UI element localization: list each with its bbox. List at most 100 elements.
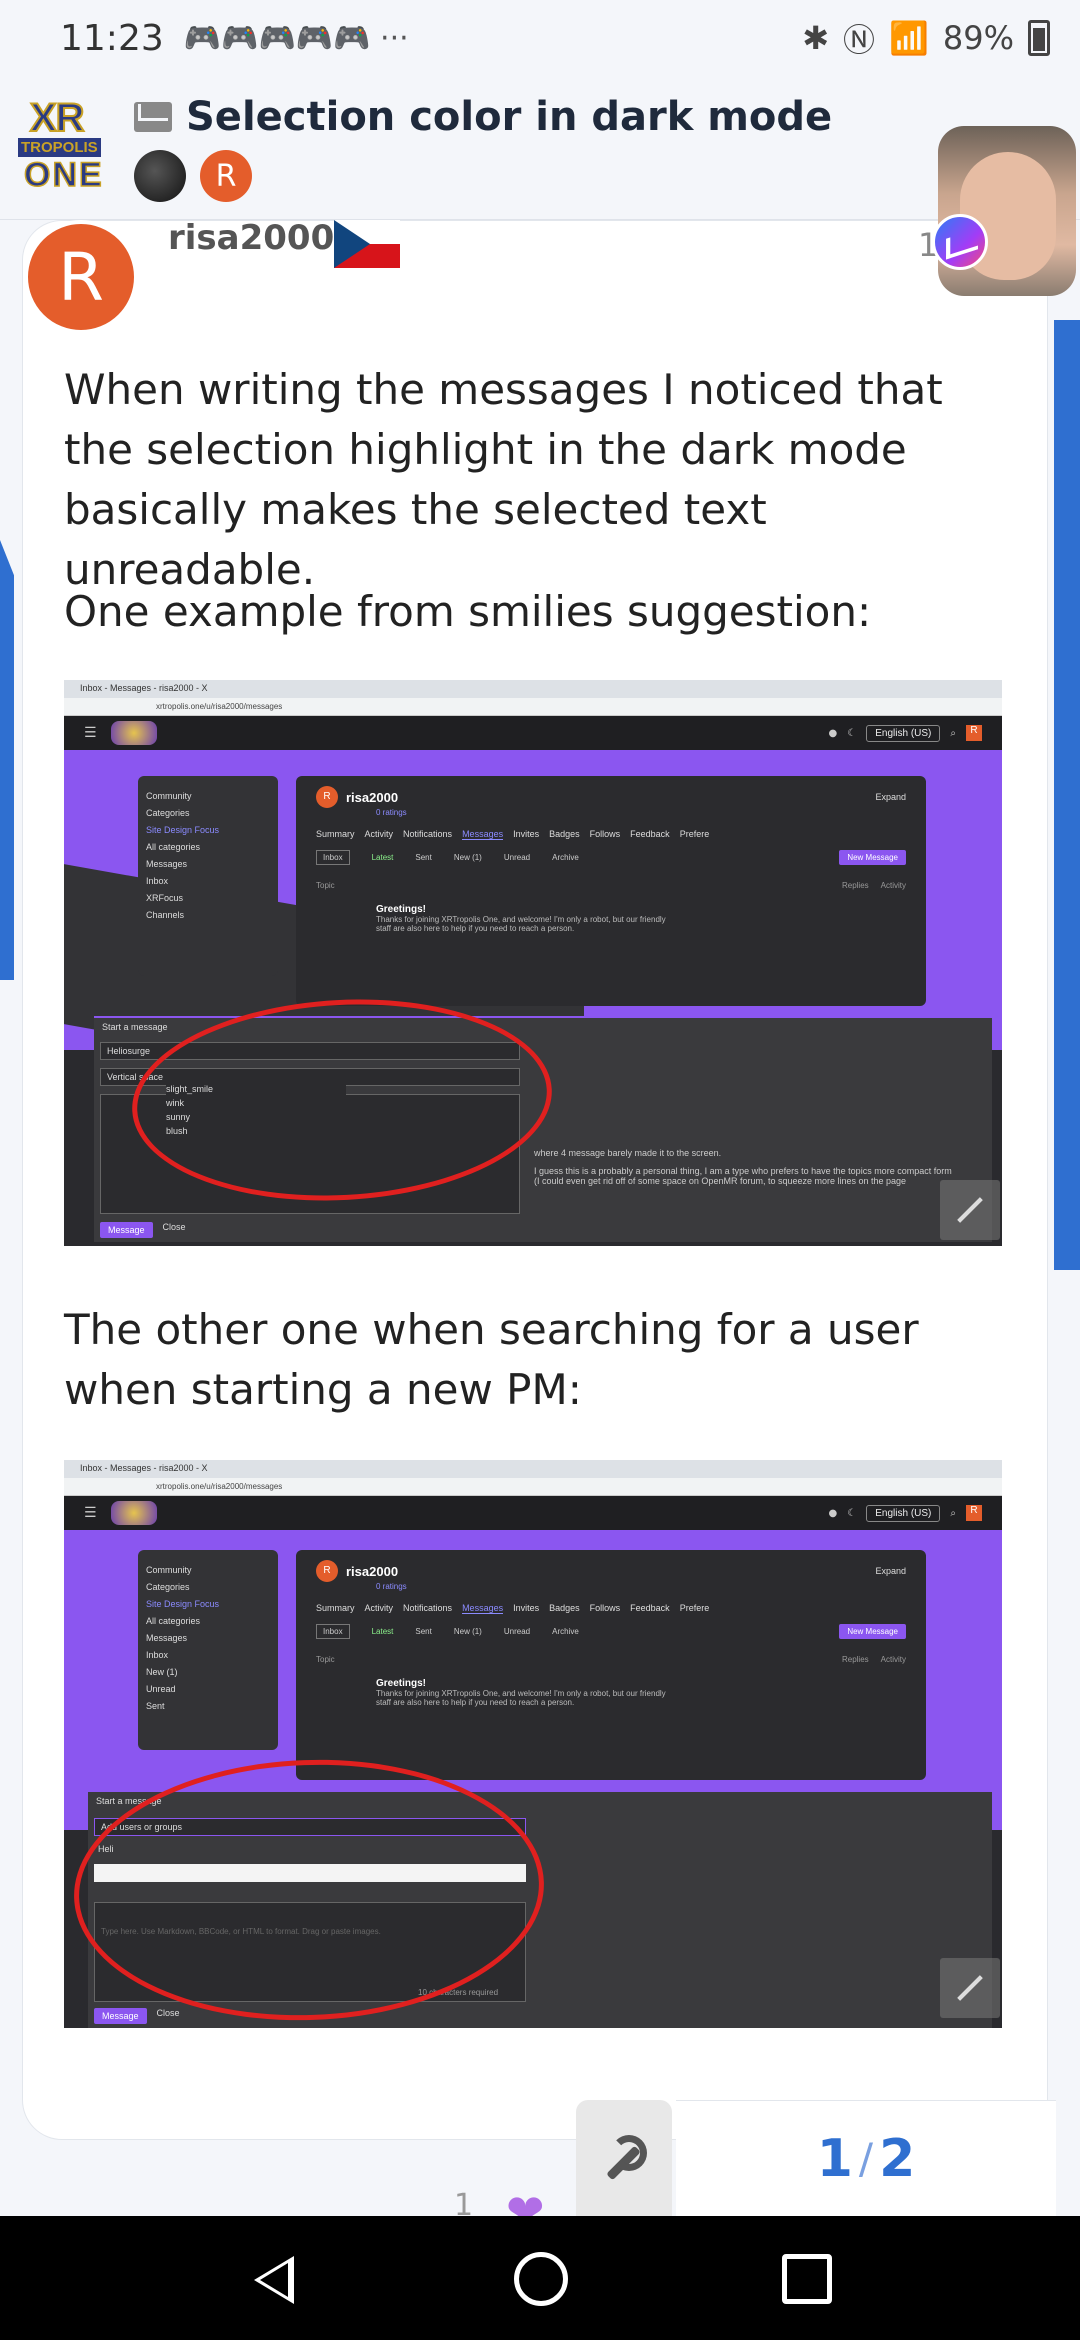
composer-actions: Message Close xyxy=(100,1222,186,1238)
sidebar-item: Inbox xyxy=(146,876,169,886)
site-header-right: ● ☾ English (US) ⌕ R xyxy=(829,1504,982,1522)
subtab: Sent xyxy=(415,853,432,862)
search-icon: ⌕ xyxy=(950,1507,956,1519)
site-header-right: ● ☾ English (US) ⌕ R xyxy=(828,724,982,742)
moon-icon: ☾ xyxy=(847,727,857,739)
ratings-label: 0 ratings xyxy=(376,1582,407,1591)
messenger-icon[interactable] xyxy=(932,214,988,270)
battery-icon xyxy=(1028,20,1050,56)
menu-icon: ☰ xyxy=(84,725,97,741)
status-right: ✱ Ⓝ 📶 89% xyxy=(802,15,1050,61)
profile-tabs: Summary Activity Notifications Messages … xyxy=(316,1603,906,1614)
post-paragraph-2: One example from smilies suggestion: xyxy=(64,587,872,636)
tab-label: Messages xyxy=(462,1603,504,1614)
panel-username: risa2000 xyxy=(346,789,399,805)
greeting-text: Thanks for joining XRTropolis One, and w… xyxy=(376,915,666,933)
subtab: Archive xyxy=(552,853,579,862)
status-time: 11:23 xyxy=(60,17,164,59)
tab-label: Summary xyxy=(316,1603,355,1613)
composer-actions: Message Close xyxy=(94,2008,180,2024)
tab-label: Follows xyxy=(589,1603,621,1613)
tab-label: Invites xyxy=(513,1603,540,1613)
browser-url: xrtropolis.one/u/risa2000/messages xyxy=(64,698,1002,716)
sidebar-item: All categories xyxy=(146,842,201,852)
avatar-participant[interactable]: R xyxy=(200,150,252,202)
tab-label: Feedback xyxy=(630,829,670,839)
sidebar-item: Channels xyxy=(146,910,185,920)
language-select: English (US) xyxy=(866,724,941,742)
ratings-label: 0 ratings xyxy=(376,808,407,817)
panel-username: risa2000 xyxy=(346,1563,399,1579)
topic-header: XR TROPOLIS ONE Selection color in dark … xyxy=(0,76,1080,220)
recents-icon[interactable] xyxy=(782,2254,832,2304)
sidebar-item: Categories xyxy=(146,1582,190,1592)
image-expand-icon[interactable] xyxy=(940,1180,1000,1240)
tab-label: Invites xyxy=(513,829,540,839)
expand-label: Expand xyxy=(875,792,906,802)
browser-tab: Inbox - Messages - risa2000 - X xyxy=(64,1460,1002,1478)
subtab: Archive xyxy=(552,1627,579,1636)
panel-avatar: R xyxy=(316,786,338,808)
preview-body: I guess this is a probably a personal th… xyxy=(534,1166,952,1186)
chat-icon: ● xyxy=(828,727,838,739)
home-icon[interactable] xyxy=(514,2252,568,2306)
browser-tab: Inbox - Messages - risa2000 - X xyxy=(64,680,1002,698)
site-logo-small xyxy=(110,1501,157,1525)
new-message-label: New Message xyxy=(839,1624,906,1639)
greeting-text: Thanks for joining XRTropolis One, and w… xyxy=(376,1689,666,1707)
topic-header: Topic xyxy=(316,1655,335,1664)
tab-label: Feedback xyxy=(630,1603,670,1613)
subtab: Latest xyxy=(371,853,394,862)
sidebar-item: Site Design Focus xyxy=(146,825,220,835)
sidebar-item: Messages xyxy=(146,1633,188,1643)
tab-label: Messages xyxy=(462,829,504,840)
user-avatar-small: R xyxy=(966,725,982,741)
greeting-title: Greetings! xyxy=(376,904,427,915)
admin-wrench-button[interactable] xyxy=(576,2100,672,2216)
panel-header: R risa2000 Expand xyxy=(316,786,906,808)
wifi-icon: 📶 xyxy=(889,19,929,57)
message-button: Message xyxy=(100,1222,153,1238)
screenshot-image-2[interactable]: Inbox - Messages - risa2000 - X xrtropol… xyxy=(64,1460,1002,2028)
subtab: Inbox xyxy=(316,1624,350,1639)
back-icon[interactable] xyxy=(254,2256,294,2304)
tab-label: Prefere xyxy=(679,1603,710,1613)
topic-footer-controls: 1 / 2 xyxy=(0,2100,1080,2216)
progress-separator: / xyxy=(858,2134,874,2183)
site-header: ☰ ● ☾ English (US) ⌕ R xyxy=(64,716,1002,750)
sidebar-item: New (1) xyxy=(146,1667,178,1677)
topic-progress[interactable]: 1 / 2 xyxy=(676,2100,1056,2216)
new-message-label: New Message xyxy=(839,850,906,865)
greeting-title: Greetings! xyxy=(376,1678,427,1689)
envelope-icon xyxy=(134,102,172,132)
post-username[interactable]: risa2000 xyxy=(168,218,334,258)
topic-title-text: Selection color in dark mode xyxy=(186,94,833,140)
logo-one: ONE xyxy=(23,155,104,195)
participants: R xyxy=(134,150,252,202)
screenshot-image-1[interactable]: Inbox - Messages - risa2000 - X xrtropol… xyxy=(64,680,1002,1246)
avatar-robot[interactable] xyxy=(134,150,186,202)
notification-icons: 🎮🎮🎮🎮🎮 ··· xyxy=(183,20,409,56)
topic-title[interactable]: Selection color in dark mode xyxy=(134,94,832,140)
status-bar: 11:23 🎮🎮🎮🎮🎮 ··· ✱ Ⓝ 📶 89% xyxy=(0,0,1080,76)
tab-label: Badges xyxy=(549,829,580,839)
image-expand-icon[interactable] xyxy=(940,1958,1000,2018)
subtab: Inbox xyxy=(316,850,350,865)
topic-header: Topic xyxy=(316,881,335,890)
tab-label: Notifications xyxy=(403,1603,453,1613)
video-call-thumbnail[interactable] xyxy=(938,126,1076,296)
progress-current: 1 xyxy=(816,2128,853,2189)
sidebar-item: Site Design Focus xyxy=(146,1599,220,1609)
tab-label: Badges xyxy=(549,1603,580,1613)
panel-header: R risa2000 Expand xyxy=(316,1560,906,1582)
post-avatar[interactable]: R xyxy=(24,220,138,334)
timeline-edge xyxy=(1054,320,1080,1270)
subtab: Unread xyxy=(503,853,531,862)
bluetooth-icon: ✱ xyxy=(802,19,830,57)
site-logo[interactable]: XR TROPOLIS ONE xyxy=(18,95,118,195)
search-icon: ⌕ xyxy=(950,727,956,739)
greeting-row: Greetings! Thanks for joining XRTropolis… xyxy=(376,1678,906,1707)
moon-icon: ☾ xyxy=(847,1507,857,1519)
post-paragraph-1: When writing the messages I noticed that… xyxy=(64,365,943,594)
topic-list-header: Topic Replies Activity xyxy=(316,1655,906,1664)
